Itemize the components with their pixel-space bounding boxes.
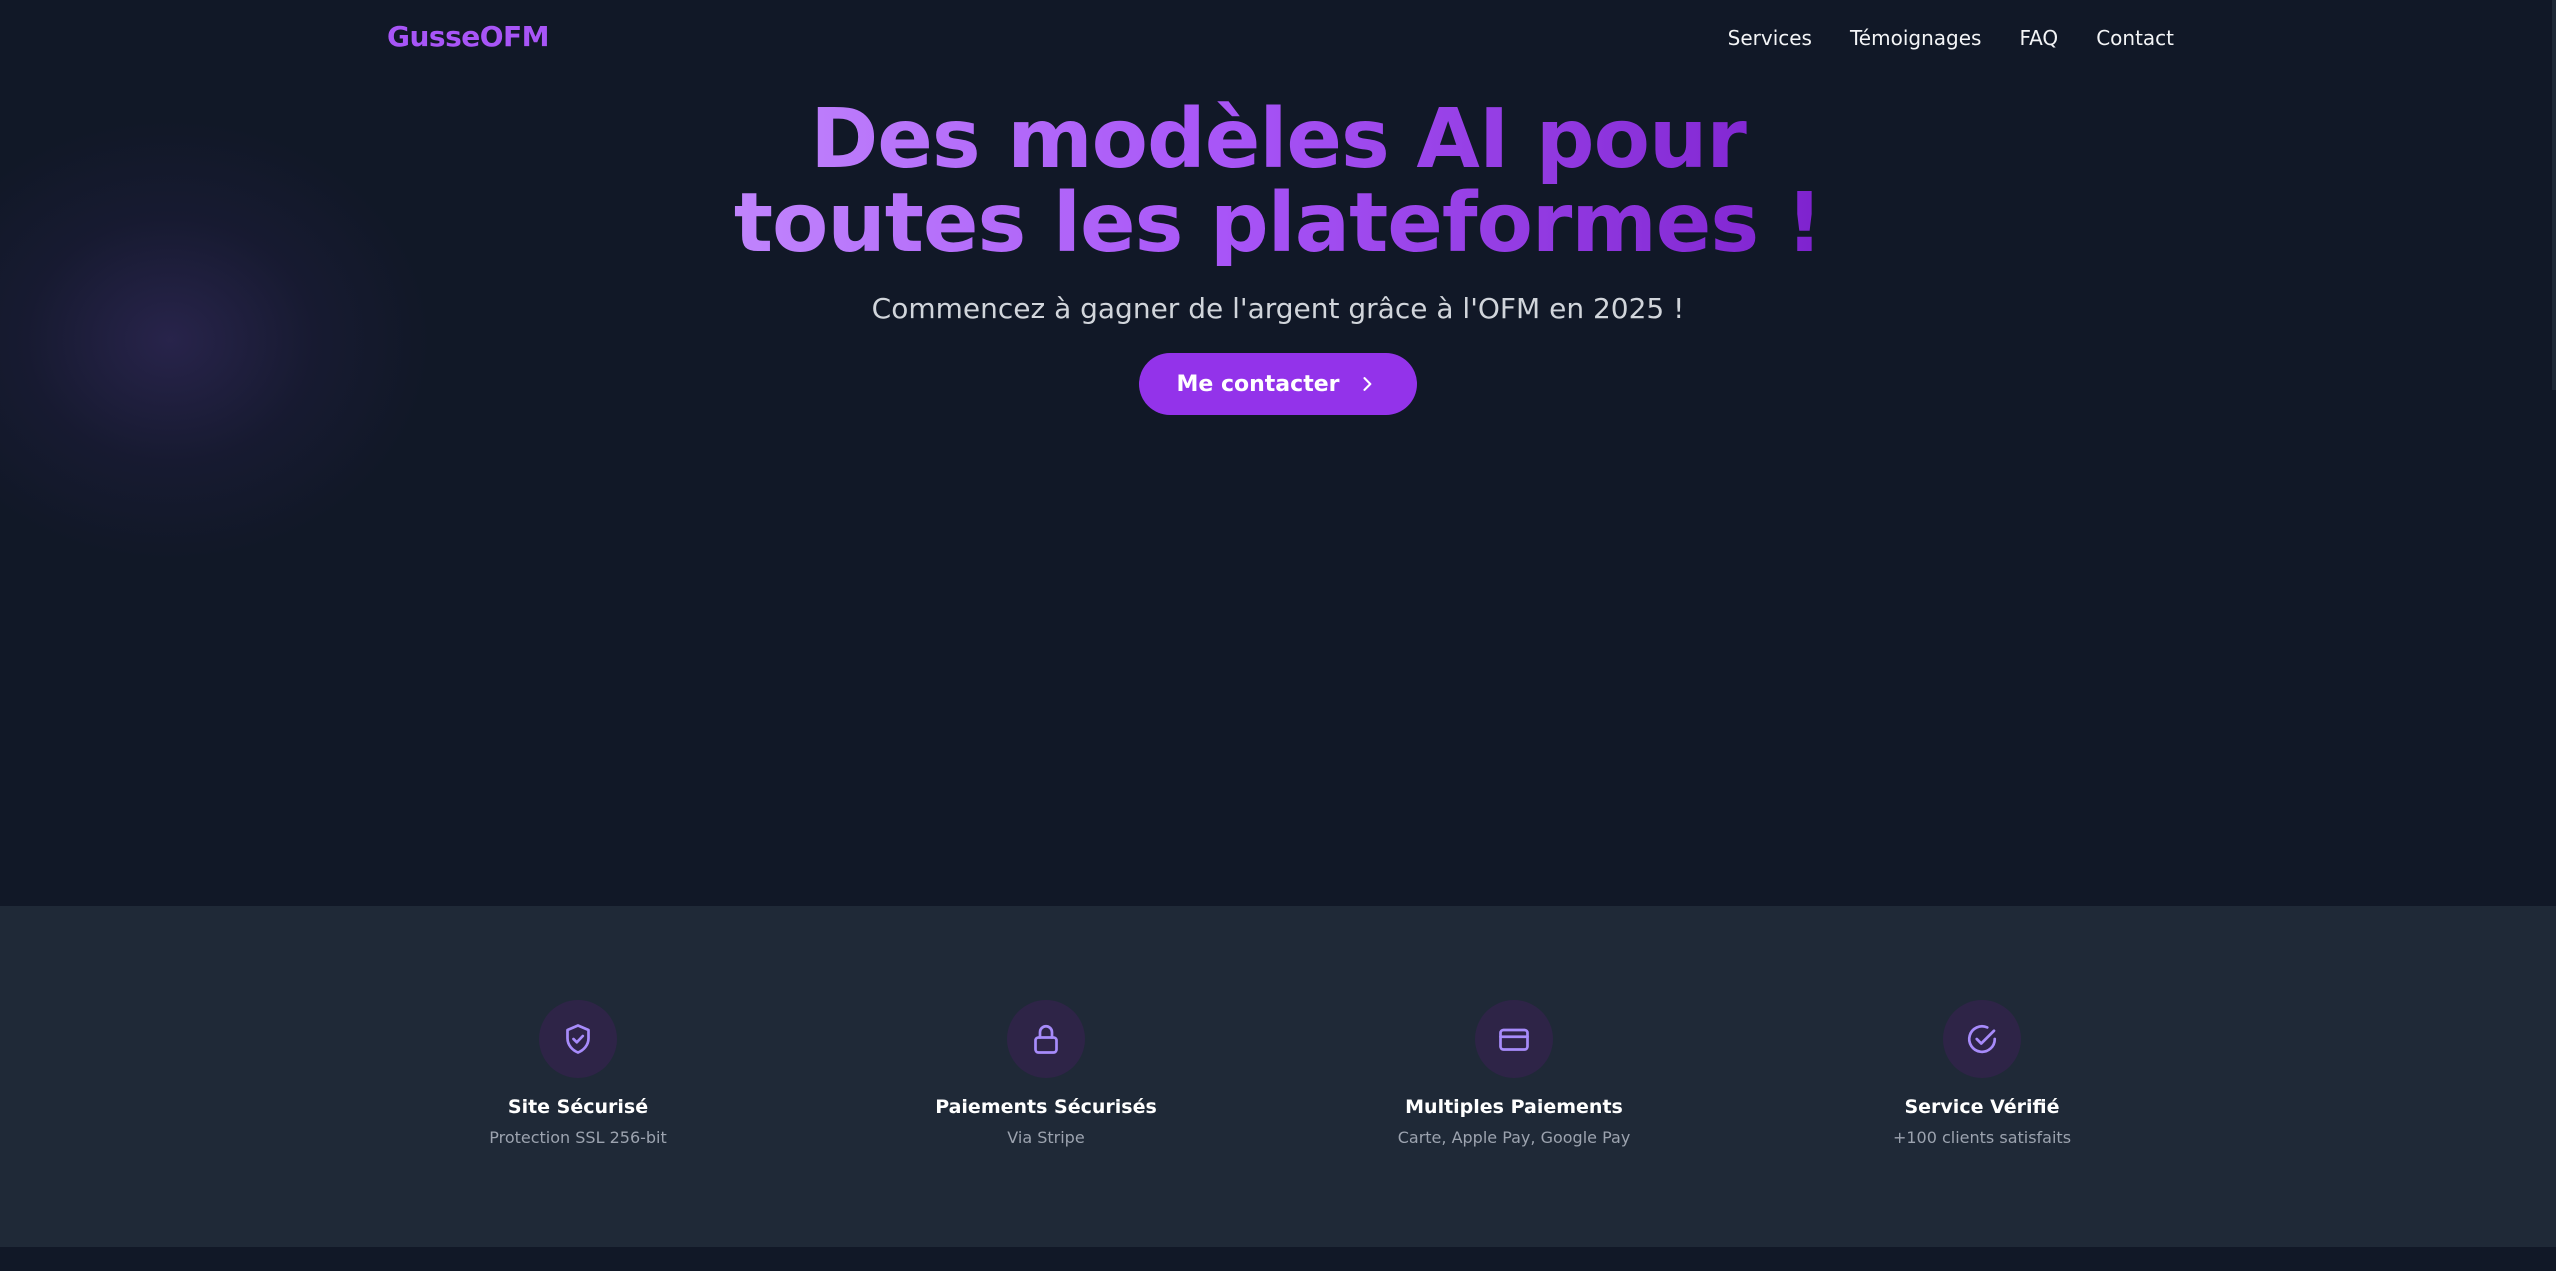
- hero-title: Des modèles AI pour toutes les plateform…: [734, 98, 1822, 266]
- feature-secure-payments: Paiements Sécurisés Via Stripe: [836, 1000, 1256, 1147]
- nav-link-services[interactable]: Services: [1728, 26, 1812, 50]
- hero-title-line-1: Des modèles AI pour: [810, 92, 1746, 187]
- feature-description: Via Stripe: [1007, 1128, 1085, 1147]
- feature-title: Multiples Paiements: [1405, 1096, 1623, 1118]
- feature-title: Paiements Sécurisés: [935, 1096, 1157, 1118]
- landing-page: GusseOFM Services Témoignages FAQ Contac…: [0, 0, 2556, 1271]
- feature-title: Service Vérifié: [1904, 1096, 2060, 1118]
- feature-icon-badge: [1943, 1000, 2021, 1078]
- chevron-right-icon: [1363, 377, 1372, 391]
- feature-description: Carte, Apple Pay, Google Pay: [1397, 1128, 1631, 1147]
- feature-verified-service: Service Vérifié +100 clients satisfaits: [1772, 1000, 2192, 1147]
- hero-subtitle: Commencez à gagner de l'argent grâce à l…: [871, 292, 1685, 325]
- check-circle-icon: [1967, 1024, 1997, 1054]
- contact-button-label: Me contacter: [1176, 371, 1340, 397]
- brand-logo[interactable]: GusseOFM: [387, 20, 550, 53]
- feature-description: +100 clients satisfaits: [1892, 1128, 2072, 1147]
- feature-title: Site Sécurisé: [507, 1096, 649, 1118]
- contact-button[interactable]: Me contacter: [1138, 353, 1418, 415]
- hero-title-line-2: toutes les plateformes !: [733, 176, 1823, 271]
- trust-features-band: Site Sécurisé Protection SSL 256-bit Pai…: [0, 906, 2556, 1247]
- feature-multiple-payments: Multiples Paiements Carte, Apple Pay, Go…: [1304, 1000, 1724, 1147]
- shield-check-icon: [566, 1024, 590, 1054]
- feature-description: Protection SSL 256-bit: [489, 1128, 667, 1147]
- nav-link-contact[interactable]: Contact: [2096, 26, 2174, 50]
- feature-icon-badge: [1007, 1000, 1085, 1078]
- lock-icon: [1034, 1024, 1058, 1054]
- nav-link-faq[interactable]: FAQ: [2019, 26, 2058, 50]
- feature-secure-site: Site Sécurisé Protection SSL 256-bit: [368, 1000, 788, 1147]
- feature-icon-badge: [1475, 1000, 1553, 1078]
- main-nav: Services Témoignages FAQ Contact: [1728, 26, 2174, 50]
- feature-icon-badge: [539, 1000, 617, 1078]
- credit-card-icon: [1499, 1028, 1529, 1051]
- nav-link-temoignages[interactable]: Témoignages: [1850, 26, 1981, 50]
- hero-section: Des modèles AI pour toutes les plateform…: [0, 98, 2556, 415]
